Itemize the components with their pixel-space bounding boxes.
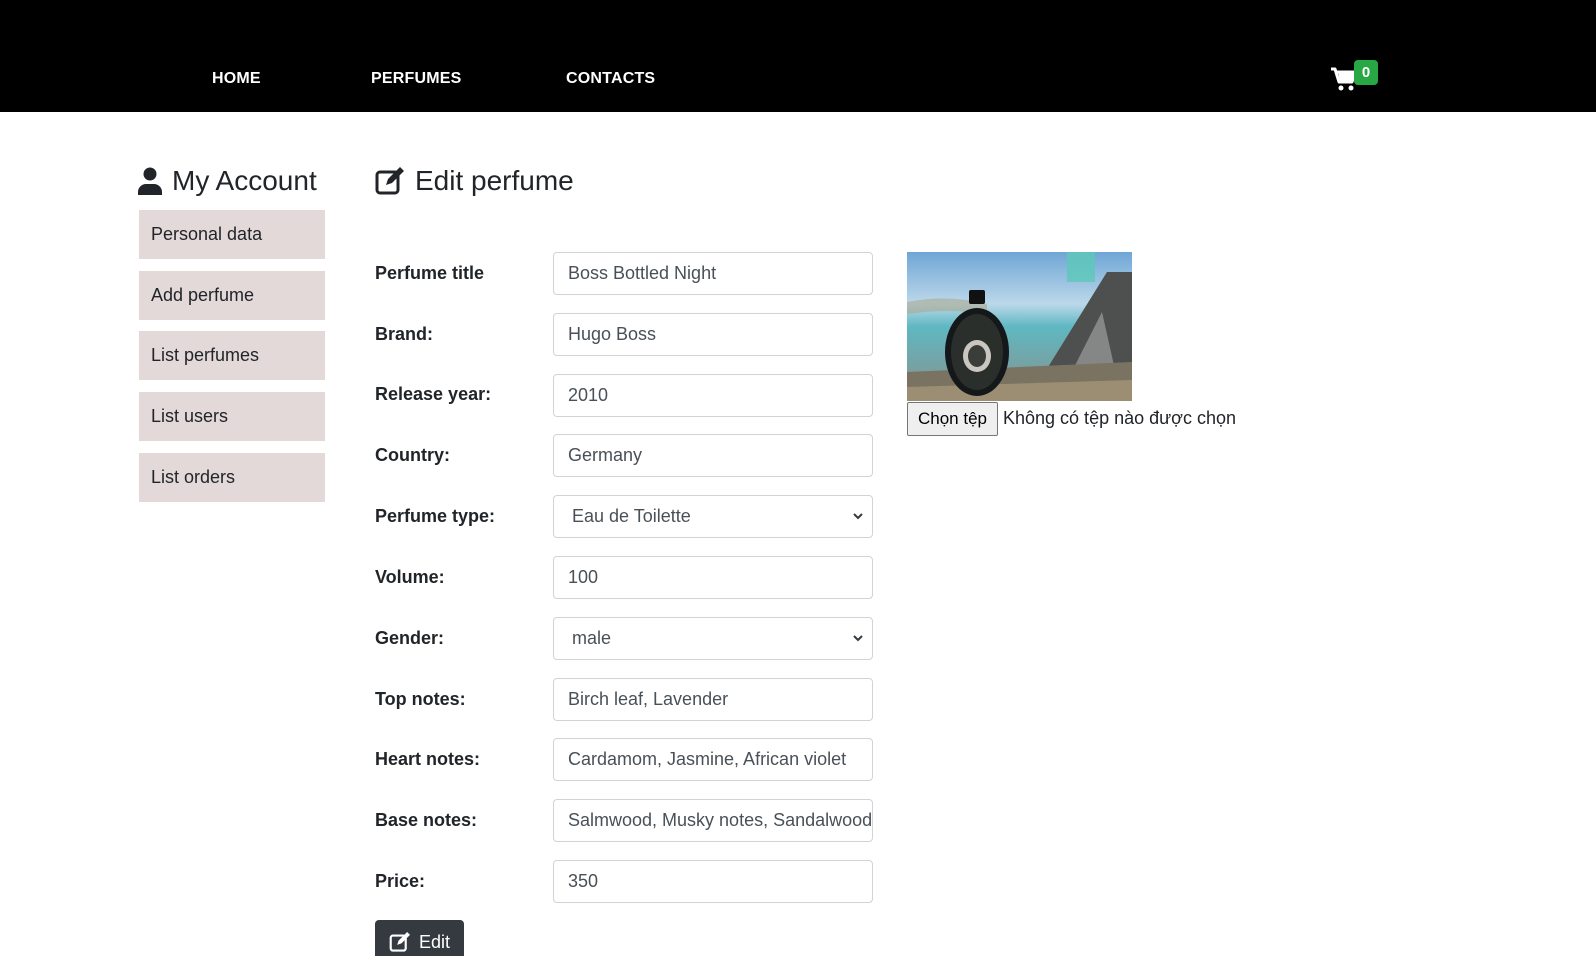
gender-label: Gender:: [375, 628, 445, 648]
page-title: Edit perfume: [415, 165, 574, 196]
perfume-preview-image: [907, 252, 1132, 401]
chevron-down-icon: [853, 635, 863, 642]
choose-file-button[interactable]: Chọn tệp: [907, 402, 998, 436]
edit-icon: [375, 167, 404, 195]
file-status-text: Không có tệp nào được chọn: [1003, 408, 1237, 428]
cart-count-badge: 0: [1354, 60, 1378, 85]
price-label: Price:: [375, 871, 426, 891]
sidebar-item-personal-data[interactable]: Personal data: [139, 210, 325, 259]
my-account-heading: My Account: [138, 165, 317, 197]
edit-submit-label: Edit: [418, 931, 451, 952]
sidebar-item-list-perfumes[interactable]: List perfumes: [139, 331, 325, 380]
perfume-type-label: Perfume type:: [375, 506, 496, 526]
heart-notes-input[interactable]: Cardamom, Jasmine, African violet: [553, 738, 873, 781]
release-year-label: Release year:: [375, 384, 492, 404]
brand-input[interactable]: Hugo Boss: [553, 313, 873, 356]
top-notes-input[interactable]: Birch leaf, Lavender: [553, 678, 873, 721]
edit-perfume-heading: Edit perfume: [375, 165, 574, 197]
gender-select[interactable]: male: [553, 617, 873, 660]
country-input[interactable]: Germany: [553, 434, 873, 477]
base-notes-input[interactable]: Salmwood, Musky notes, Sandalwood: [553, 799, 873, 842]
nav-perfumes-link[interactable]: PERFUMES: [371, 70, 462, 88]
perfume-title-input[interactable]: Boss Bottled Night: [553, 252, 873, 295]
perfume-title-label: Perfume title: [375, 263, 485, 283]
sidebar-item-add-perfume[interactable]: Add perfume: [139, 271, 325, 320]
top-navbar: HOME PERFUMES CONTACTS 0: [0, 0, 1596, 112]
gender-value: male: [572, 628, 612, 648]
chevron-down-icon: [853, 513, 863, 520]
volume-input[interactable]: 100: [553, 556, 873, 599]
volume-label: Volume:: [375, 567, 445, 587]
user-icon: [138, 167, 162, 195]
perfume-type-value: Eau de Toilette: [572, 506, 691, 526]
edit-submit-button[interactable]: Edit: [375, 920, 464, 956]
country-label: Country:: [375, 445, 450, 465]
cart-icon[interactable]: [1330, 66, 1356, 92]
perfume-type-select[interactable]: Eau de Toilette: [553, 495, 873, 538]
nav-contacts-link[interactable]: CONTACTS: [566, 70, 655, 88]
sidebar-item-list-orders[interactable]: List orders: [139, 453, 325, 502]
brand-label: Brand:: [375, 324, 433, 344]
base-notes-label: Base notes:: [375, 810, 478, 830]
top-notes-label: Top notes:: [375, 689, 466, 709]
nav-home-link[interactable]: HOME: [212, 70, 261, 88]
sidebar-item-list-users[interactable]: List users: [139, 392, 325, 441]
price-input[interactable]: 350: [553, 860, 873, 903]
my-account-title: My Account: [172, 165, 317, 196]
heart-notes-label: Heart notes:: [375, 749, 481, 769]
release-year-input[interactable]: 2010: [553, 374, 873, 417]
edit-icon: [389, 932, 410, 952]
